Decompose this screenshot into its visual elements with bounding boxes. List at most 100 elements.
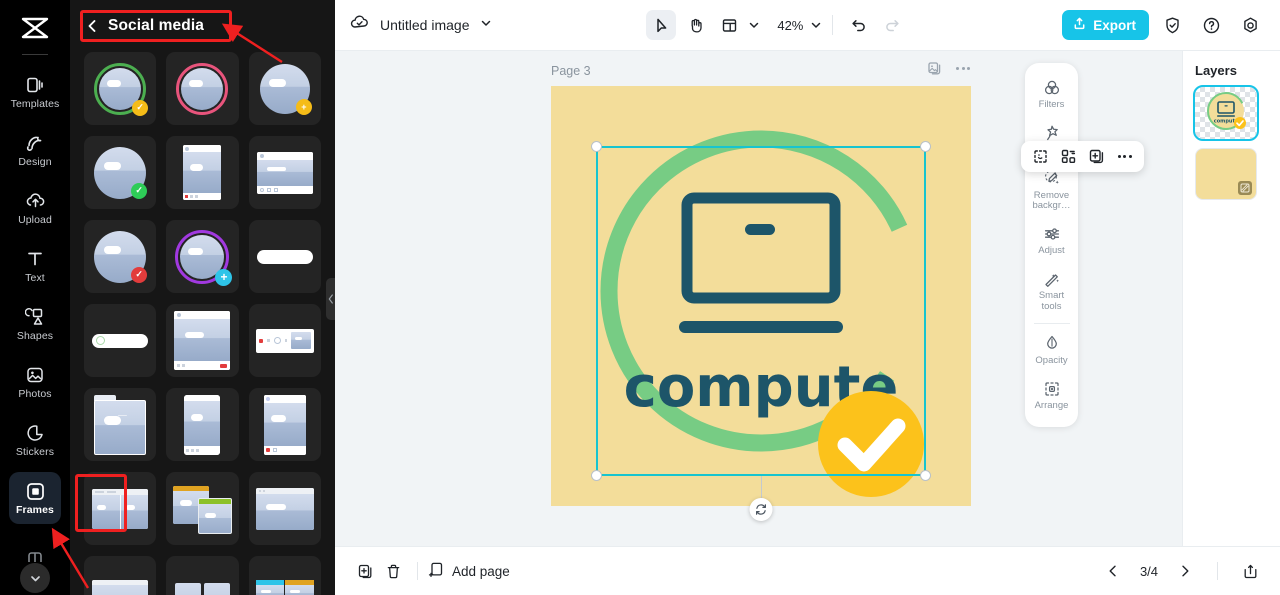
hand-pan-icon — [691, 18, 702, 33]
tool-filters[interactable]: Filters — [1025, 71, 1078, 116]
effects-icon — [1042, 123, 1061, 142]
template-thumb[interactable] — [248, 388, 321, 461]
sidebar-item-stickers[interactable]: Stickers — [0, 411, 70, 469]
shield-check-icon[interactable] — [1158, 10, 1188, 40]
zoom-caret-icon[interactable] — [810, 19, 822, 31]
canvas-viewport[interactable]: Page 3 compute Filters Remove backgr… Ad… — [335, 51, 1182, 546]
template-thumb[interactable] — [248, 304, 321, 377]
layout-tool-button[interactable] — [714, 10, 744, 40]
template-thumb[interactable]: ✓ — [84, 52, 157, 125]
detach-elements-icon[interactable] — [1056, 144, 1081, 169]
duplicate-page-icon — [358, 564, 371, 578]
template-thumb[interactable] — [248, 136, 321, 209]
sidebar-item-upload[interactable]: Upload — [0, 179, 70, 237]
rail-expand-button[interactable] — [20, 563, 50, 593]
sidebar-item-frames[interactable]: Frames — [0, 469, 70, 527]
export-button[interactable]: Export — [1062, 10, 1149, 40]
sidebar-item-templates[interactable]: Templates — [0, 63, 70, 121]
filters-icon — [1042, 78, 1061, 97]
template-thumb[interactable]: + — [248, 52, 321, 125]
thumb-badge-plus: + — [295, 98, 312, 115]
prev-page-button[interactable] — [1099, 557, 1127, 585]
thumb-badge-check: ✓ — [131, 266, 148, 283]
selection-handle-tr[interactable] — [920, 141, 931, 152]
undo-button[interactable] — [843, 10, 873, 40]
smart-tools-icon — [1042, 269, 1061, 288]
template-thumb[interactable] — [84, 472, 157, 545]
layout-icon — [722, 18, 737, 32]
selection-handle-br[interactable] — [920, 470, 931, 481]
add-page-button[interactable]: Add page — [428, 561, 510, 581]
hand-pan-tool-button[interactable] — [680, 10, 710, 40]
panel-collapse-handle[interactable] — [326, 278, 335, 320]
template-thumb[interactable] — [166, 388, 239, 461]
duplicate-page-icon[interactable] — [927, 61, 942, 76]
selection-handle-bl[interactable] — [591, 470, 602, 481]
sidebar-item-photos[interactable]: Photos — [0, 353, 70, 411]
selection-handle-tl[interactable] — [591, 141, 602, 152]
redo-button[interactable] — [877, 10, 907, 40]
template-thumb[interactable] — [166, 136, 239, 209]
text-icon — [24, 248, 46, 270]
trash-icon — [387, 564, 399, 578]
rail-bottom-group — [0, 550, 70, 593]
design-icon — [24, 132, 46, 154]
template-thumb[interactable] — [166, 304, 239, 377]
layer-item-computer-graphic[interactable]: compute — [1193, 85, 1259, 141]
tool-label: Remove backgr… — [1032, 189, 1071, 211]
settings-gear-icon[interactable] — [1236, 10, 1266, 40]
sidebar-item-label: Photos — [18, 388, 52, 401]
bottom-divider — [417, 562, 418, 580]
arrange-icon — [1042, 379, 1061, 398]
template-thumb[interactable] — [84, 304, 157, 377]
duplicate-icon[interactable] — [1084, 144, 1109, 169]
more-horizontal-icon[interactable] — [956, 67, 970, 70]
tool-adjust[interactable]: Adjust — [1025, 217, 1078, 262]
template-thumb[interactable] — [166, 556, 239, 595]
more-horizontal-icon[interactable] — [1112, 144, 1137, 169]
sidebar-item-design[interactable]: Design — [0, 121, 70, 179]
sidebar-item-text[interactable]: Text — [0, 237, 70, 295]
thumb-badge-check: ✓ — [132, 99, 149, 116]
template-thumb[interactable] — [248, 220, 321, 293]
template-thumb[interactable] — [248, 472, 321, 545]
template-thumb[interactable] — [166, 52, 239, 125]
page-overview-button[interactable] — [1236, 557, 1264, 585]
stickers-icon — [24, 422, 46, 444]
template-thumb[interactable]: + — [166, 220, 239, 293]
template-thumb[interactable]: ✓ — [84, 220, 157, 293]
cursor-select-tool-button[interactable] — [646, 10, 677, 40]
layout-caret-icon[interactable] — [748, 19, 760, 31]
page-nav-group: 3/4 — [1099, 557, 1264, 585]
document-name-button[interactable]: Untitled image — [349, 12, 492, 38]
rotate-handle-button[interactable] — [749, 498, 773, 521]
app-root: Templates Design Upload Text Shapes Phot… — [0, 0, 1280, 595]
delete-page-button[interactable] — [379, 557, 407, 585]
cutout-select-icon[interactable] — [1028, 144, 1053, 169]
tool-label: Adjust — [1038, 245, 1065, 256]
template-thumb[interactable]: ✓ — [84, 136, 157, 209]
sidebar-item-shapes[interactable]: Shapes — [0, 295, 70, 353]
background-lock-icon — [1238, 181, 1252, 195]
help-circle-icon[interactable] — [1197, 10, 1227, 40]
selection-edge-right — [924, 146, 926, 476]
template-thumb[interactable] — [248, 556, 321, 595]
tool-opacity[interactable]: Opacity — [1025, 327, 1078, 372]
tool-smart-tools[interactable]: Smart tools — [1025, 262, 1078, 318]
panel-back-button[interactable] — [84, 18, 100, 34]
next-page-button[interactable] — [1171, 557, 1199, 585]
layer-item-background[interactable] — [1195, 148, 1257, 200]
capcut-logo-icon[interactable] — [0, 8, 70, 48]
template-thumb[interactable] — [166, 472, 239, 545]
topbar-right-group: Export — [1062, 10, 1266, 40]
upload-icon — [24, 190, 46, 212]
image-tool-strip: Filters Effects Remove backgr… — [1025, 63, 1078, 428]
undo-icon — [852, 19, 865, 31]
left-rail: Templates Design Upload Text Shapes Phot… — [0, 0, 70, 595]
shapes-icon — [24, 306, 46, 328]
template-thumb[interactable] — [84, 388, 157, 461]
sidebar-item-label: Stickers — [15, 446, 55, 459]
template-thumb[interactable] — [84, 556, 157, 595]
tool-arrange[interactable]: Arrange — [1025, 372, 1078, 417]
duplicate-page-button[interactable] — [351, 557, 379, 585]
